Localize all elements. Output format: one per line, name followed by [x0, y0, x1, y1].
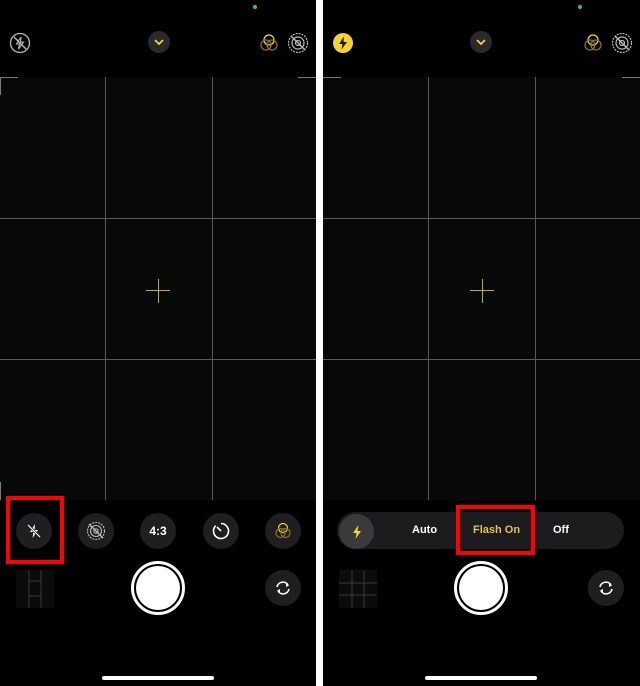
- focus-crosshair: [158, 279, 159, 303]
- aspect-ratio-button[interactable]: 4:3: [140, 513, 176, 549]
- grid-line: [0, 359, 316, 360]
- camera-screen-right: Auto Flash On Off: [323, 0, 640, 686]
- filters-icon: [275, 522, 291, 539]
- live-photo-button[interactable]: [78, 513, 114, 549]
- timer-icon: [212, 522, 230, 540]
- viewfinder[interactable]: [0, 77, 316, 500]
- camera-options-toggle[interactable]: [470, 31, 492, 53]
- grid-line: [212, 77, 213, 500]
- annotation-highlight-box: [456, 505, 535, 555]
- annotation-highlight-box: [6, 496, 64, 564]
- switch-camera-button[interactable]: [588, 570, 624, 606]
- shutter-button[interactable]: [454, 561, 508, 615]
- last-photo-thumbnail[interactable]: [16, 570, 54, 608]
- grid-line: [323, 218, 640, 219]
- live-photo-off-icon: [86, 521, 106, 541]
- camera-in-use-indicator: [253, 5, 257, 9]
- shutter-button[interactable]: [131, 561, 185, 615]
- flash-off-icon[interactable]: [9, 32, 31, 54]
- frame-corner: [0, 77, 18, 78]
- flash-on-icon[interactable]: [332, 32, 354, 54]
- flash-option-off[interactable]: Off: [553, 524, 569, 536]
- home-indicator: [102, 676, 214, 680]
- viewfinder[interactable]: [323, 77, 640, 500]
- filters-icon[interactable]: [582, 32, 604, 54]
- shutter-inner: [459, 566, 503, 610]
- grid-line: [535, 77, 536, 500]
- chevron-down-icon: [154, 39, 164, 46]
- frame-corner: [622, 77, 640, 78]
- flash-mode-button[interactable]: [339, 514, 374, 549]
- filters-icon[interactable]: [258, 32, 280, 54]
- flash-option-auto[interactable]: Auto: [412, 524, 437, 536]
- live-photo-off-icon[interactable]: [611, 32, 633, 54]
- grid-line: [323, 359, 640, 360]
- frame-corner: [298, 77, 316, 78]
- last-photo-thumbnail[interactable]: [339, 570, 377, 608]
- filters-button[interactable]: [265, 513, 301, 549]
- frame-corner: [0, 77, 1, 95]
- switch-camera-icon: [276, 581, 290, 595]
- frame-corner: [0, 482, 1, 500]
- grid-line: [0, 218, 316, 219]
- live-photo-off-icon[interactable]: [287, 32, 309, 54]
- focus-crosshair: [482, 279, 483, 303]
- camera-in-use-indicator: [578, 5, 582, 9]
- grid-line: [105, 77, 106, 500]
- grid-line: [428, 77, 429, 500]
- frame-corner: [323, 77, 341, 78]
- flash-on-icon: [352, 524, 361, 539]
- switch-camera-icon: [599, 581, 613, 595]
- shutter-inner: [136, 566, 180, 610]
- home-indicator: [425, 676, 537, 680]
- switch-camera-button[interactable]: [265, 570, 301, 606]
- camera-screen-left: 4:3: [0, 0, 316, 686]
- chevron-down-icon: [476, 39, 486, 46]
- timer-button[interactable]: [203, 513, 239, 549]
- camera-options-toggle[interactable]: [148, 31, 170, 53]
